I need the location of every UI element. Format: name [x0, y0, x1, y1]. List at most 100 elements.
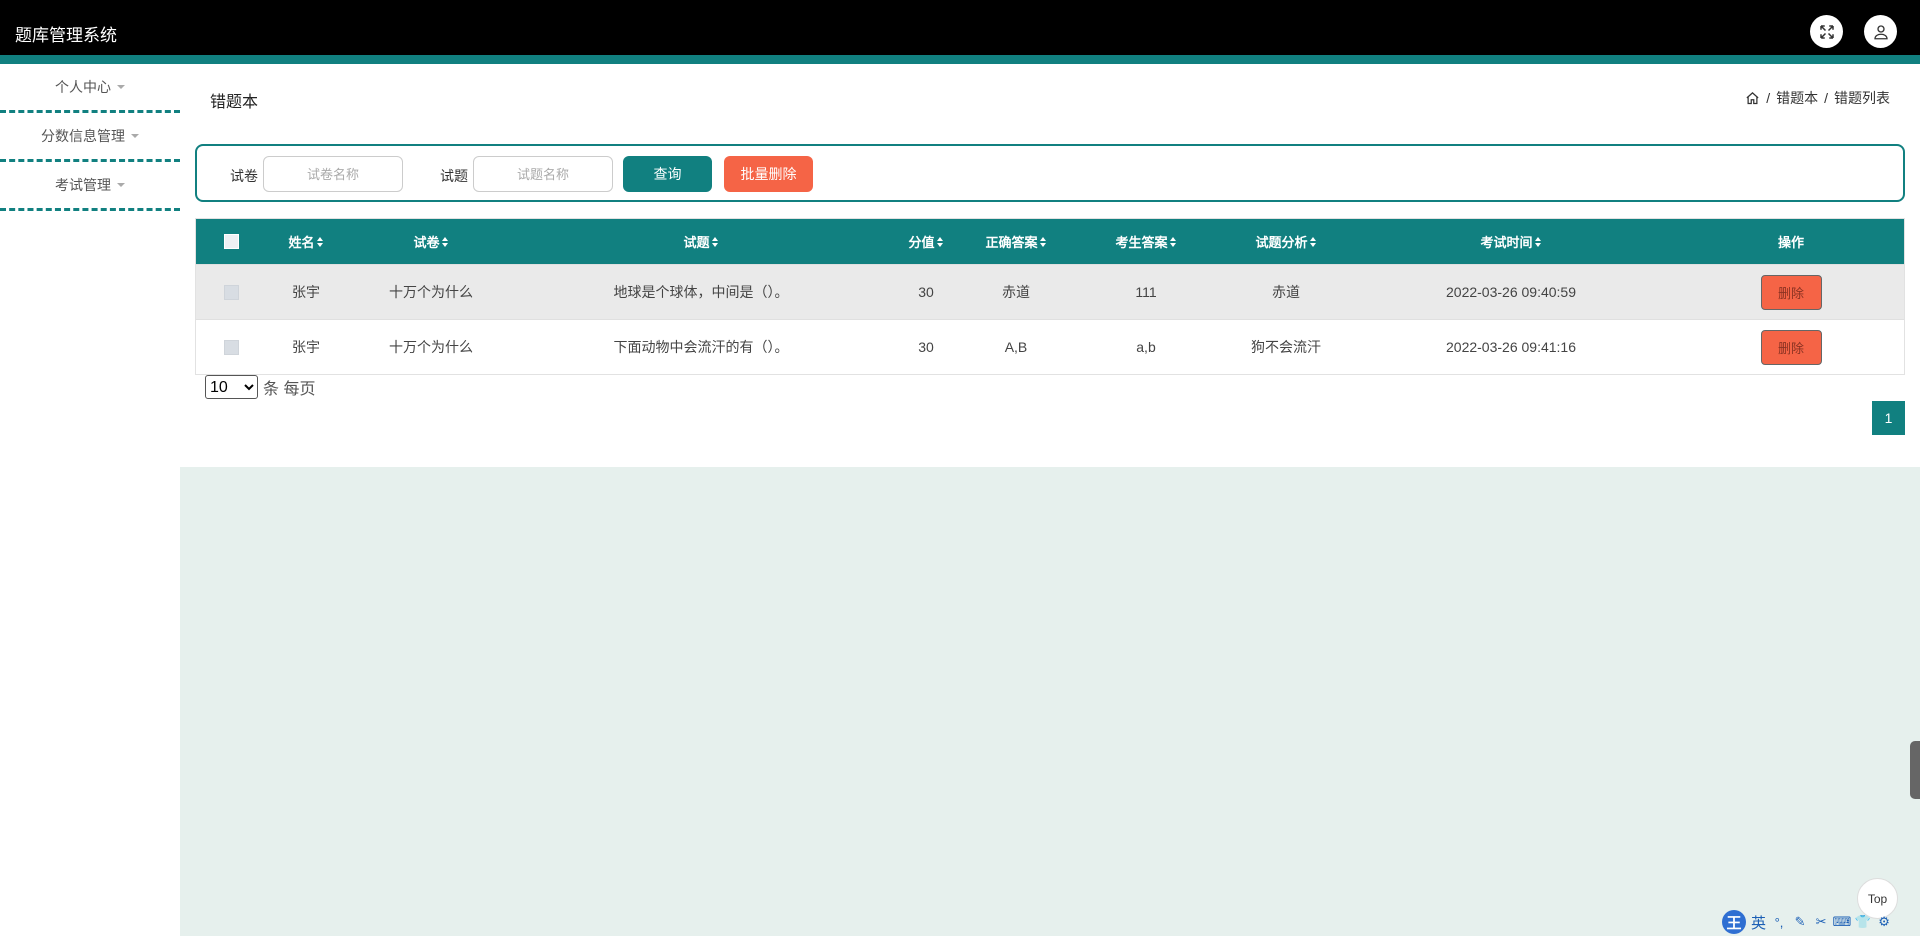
caret-down-icon	[117, 183, 125, 187]
select-all-cell	[196, 219, 266, 264]
cell-name: 张宇	[292, 339, 320, 355]
column-label: 考试时间	[1480, 235, 1533, 250]
paper-name-input[interactable]	[263, 156, 403, 192]
column-header-analysis[interactable]: 试题分析	[1226, 219, 1346, 264]
sort-icon	[936, 236, 944, 247]
table-row: 张宇 十万个为什么 下面动物中会流汗的有（）。 30 A,B a,b 狗不会流汗…	[196, 319, 1904, 374]
column-label: 正确答案	[985, 235, 1038, 250]
column-header-student-answer[interactable]: 考生答案	[1066, 219, 1226, 264]
cell-action: 删除	[1676, 265, 1906, 319]
cell-score: 30	[918, 284, 934, 300]
column-header-correct-answer[interactable]: 正确答案	[966, 219, 1066, 264]
cell-name: 张宇	[292, 284, 320, 300]
side-drawer-handle[interactable]	[1910, 741, 1920, 799]
ime-mode-toggle[interactable]: 英	[1751, 912, 1766, 933]
shirt-icon[interactable]: 👕	[1855, 914, 1871, 930]
breadcrumb: / 错题本 / 错题列表	[1745, 88, 1890, 108]
header-stripe	[0, 55, 1920, 64]
cell-analysis: 狗不会流汗	[1251, 339, 1321, 355]
page-size-select[interactable]: 10	[205, 375, 258, 399]
row-select-cell	[196, 320, 266, 374]
question-label: 试题	[440, 168, 468, 184]
cell-exam-time: 2022-03-26 09:40:59	[1446, 284, 1576, 300]
column-label: 试题	[683, 235, 710, 250]
pagination-page-1[interactable]: 1	[1872, 401, 1905, 435]
sort-icon	[316, 236, 324, 247]
page-size-control: 10 条 每页	[205, 375, 315, 399]
column-label: 姓名	[288, 235, 315, 250]
cell-student-answer: 111	[1135, 284, 1157, 300]
user-icon[interactable]	[1864, 15, 1897, 48]
sidebar-item-exam-management[interactable]: 考试管理	[0, 162, 180, 211]
sort-icon	[1169, 236, 1177, 247]
table-header: 姓名 试卷 试题 分值 正确答案 考生答案 试题分析 考试时间 操作	[196, 219, 1904, 264]
table-row: 张宇 十万个为什么 地球是个球体，中间是（）。 30 赤道 111 赤道 202…	[196, 264, 1904, 319]
top-bar: 题库管理系统	[0, 0, 1920, 55]
punctuation-icon[interactable]: °,	[1771, 914, 1787, 930]
cell-paper: 十万个为什么	[389, 284, 473, 300]
caret-down-icon	[131, 134, 139, 138]
pen-icon[interactable]: ✎	[1792, 914, 1808, 930]
search-panel: 试卷 试题 查询 批量删除	[195, 144, 1905, 202]
page-title: 错题本	[210, 94, 259, 111]
sort-icon	[1534, 236, 1542, 247]
sidebar-item-personal-center[interactable]: 个人中心	[0, 64, 180, 113]
caret-down-icon	[117, 85, 125, 89]
sidebar-item-label: 个人中心	[55, 79, 111, 95]
row-select-cell	[196, 265, 266, 319]
breadcrumb-separator: /	[1766, 90, 1771, 106]
app-title: 题库管理系统	[15, 26, 117, 45]
column-label: 考生答案	[1115, 235, 1168, 250]
content-background	[180, 467, 1920, 936]
question-name-input[interactable]	[473, 156, 613, 192]
batch-delete-button[interactable]: 批量删除	[724, 156, 813, 192]
cell-correct-answer: 赤道	[1002, 284, 1030, 300]
row-checkbox[interactable]	[223, 339, 239, 355]
scissors-icon[interactable]: ✂	[1813, 914, 1829, 930]
column-header-score[interactable]: 分值	[886, 219, 966, 264]
ime-toolbar: 王 英 °, ✎ ✂ ⌨ 👕 ⚙	[1722, 910, 1892, 934]
keyboard-icon[interactable]: ⌨	[1833, 914, 1852, 930]
expand-icon[interactable]	[1810, 15, 1843, 48]
cell-action: 删除	[1676, 320, 1906, 374]
cell-score: 30	[918, 339, 934, 355]
query-button[interactable]: 查询	[623, 156, 712, 192]
delete-button[interactable]: 删除	[1760, 329, 1822, 365]
column-header-action: 操作	[1676, 219, 1906, 264]
select-all-checkbox[interactable]	[223, 234, 239, 249]
column-header-exam-time[interactable]: 考试时间	[1346, 219, 1676, 264]
column-label: 操作	[1777, 235, 1804, 250]
column-header-name[interactable]: 姓名	[266, 219, 346, 264]
cell-question: 地球是个球体，中间是（）。	[613, 284, 789, 300]
breadcrumb-separator: /	[1824, 90, 1828, 106]
column-label: 分值	[908, 235, 935, 250]
cell-student-answer: a,b	[1136, 339, 1156, 355]
sort-icon	[1039, 236, 1047, 247]
column-label: 试题分析	[1255, 235, 1308, 250]
ime-logo-icon[interactable]: 王	[1722, 910, 1746, 934]
home-icon[interactable]	[1745, 91, 1760, 106]
column-header-paper[interactable]: 试卷	[346, 219, 516, 264]
breadcrumb-item-list: 错题列表	[1834, 90, 1890, 106]
column-label: 试卷	[413, 235, 440, 250]
row-checkbox[interactable]	[223, 284, 239, 300]
wrong-questions-table: 姓名 试卷 试题 分值 正确答案 考生答案 试题分析 考试时间 操作 张宇 十万…	[195, 218, 1905, 375]
delete-button[interactable]: 删除	[1760, 274, 1822, 310]
sort-icon	[711, 236, 719, 247]
page-size-suffix: 条 每页	[263, 381, 316, 398]
cell-analysis: 赤道	[1272, 284, 1300, 300]
sidebar-item-label: 分数信息管理	[41, 128, 125, 144]
cell-paper: 十万个为什么	[389, 339, 473, 355]
column-header-question[interactable]: 试题	[516, 219, 886, 264]
breadcrumb-item-wrongbook[interactable]: 错题本	[1776, 88, 1818, 108]
cell-question: 下面动物中会流汗的有（）。	[613, 339, 789, 355]
gear-icon[interactable]: ⚙	[1876, 914, 1892, 930]
cell-correct-answer: A,B	[1004, 339, 1028, 355]
sort-icon	[441, 236, 449, 247]
sidebar: 个人中心 分数信息管理 考试管理	[0, 64, 180, 936]
sort-icon	[1309, 236, 1317, 247]
sidebar-item-score-management[interactable]: 分数信息管理	[0, 113, 180, 162]
paper-label: 试卷	[230, 168, 258, 184]
cell-exam-time: 2022-03-26 09:41:16	[1446, 339, 1576, 355]
sidebar-item-label: 考试管理	[55, 177, 111, 193]
